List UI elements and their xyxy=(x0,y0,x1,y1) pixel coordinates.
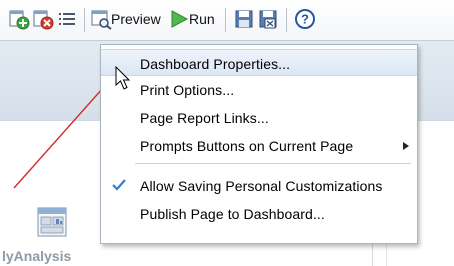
menu-item-label: Prompts Buttons on Current Page xyxy=(140,138,354,154)
menu-item-label: Print Options... xyxy=(140,82,235,98)
submenu-arrow-icon xyxy=(403,142,409,150)
menu-item-label: Dashboard Properties... xyxy=(140,56,291,72)
toolbar-separator xyxy=(286,8,287,32)
menu-item-label: Publish Page to Dashboard... xyxy=(140,206,325,222)
run-button[interactable]: Run xyxy=(189,11,215,27)
delete-page-icon[interactable] xyxy=(32,8,54,30)
menu-item-label: Page Report Links... xyxy=(140,110,269,126)
analysis-label[interactable]: lyAnalysis xyxy=(2,248,71,264)
checkmark-icon xyxy=(112,179,126,191)
menu-item-dashboard-properties[interactable]: Dashboard Properties... xyxy=(101,49,417,76)
page-options-menu: Dashboard Properties... Print Options...… xyxy=(100,44,418,244)
mouse-cursor-icon xyxy=(115,66,131,90)
svg-text:?: ? xyxy=(301,12,309,27)
save-as-icon[interactable] xyxy=(257,8,279,30)
toolbar-separator xyxy=(84,8,85,32)
menu-item-print-options[interactable]: Print Options... xyxy=(101,76,417,103)
menu-item-prompts-buttons[interactable]: Prompts Buttons on Current Page xyxy=(101,132,417,159)
menu-item-page-report-links[interactable]: Page Report Links... xyxy=(101,104,417,131)
preview-icon[interactable] xyxy=(90,8,112,30)
menu-separator xyxy=(135,163,411,164)
dashboard-toolbar: Preview Run ? xyxy=(0,0,454,40)
preview-button[interactable]: Preview xyxy=(111,11,161,27)
save-icon[interactable] xyxy=(233,8,255,30)
menu-item-publish-page[interactable]: Publish Page to Dashboard... xyxy=(101,200,417,227)
menu-item-label: Allow Saving Personal Customizations xyxy=(140,178,383,194)
menu-item-allow-saving-customizations[interactable]: Allow Saving Personal Customizations xyxy=(101,172,417,199)
help-icon[interactable]: ? xyxy=(294,8,316,30)
toolbar-separator xyxy=(225,8,226,32)
run-icon[interactable] xyxy=(168,8,190,30)
add-page-icon[interactable] xyxy=(8,8,30,30)
page-options-icon[interactable] xyxy=(56,8,78,30)
analysis-icon[interactable] xyxy=(37,207,67,237)
